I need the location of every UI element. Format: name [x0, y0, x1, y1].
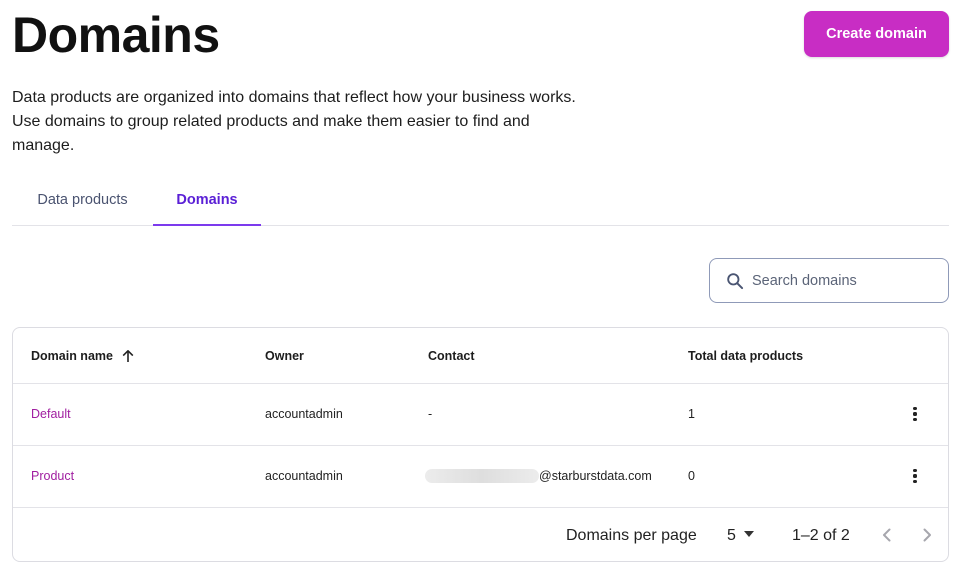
- search-icon: [727, 273, 744, 290]
- column-header-domain-name[interactable]: Domain name: [31, 328, 135, 384]
- rows-per-page-label: Domains per page: [566, 527, 697, 544]
- tab-domains[interactable]: Domains: [153, 180, 261, 226]
- chevron-right-icon[interactable]: [915, 523, 939, 547]
- caret-down-icon: [743, 531, 754, 538]
- table-row: Default accountadmin - 1: [13, 384, 948, 446]
- domains-table: Domain name Owner Contact Total data pro…: [12, 327, 949, 562]
- page-title: Domains: [12, 7, 220, 63]
- column-header-total-data-products: Total data products: [688, 349, 804, 363]
- tab-bar: Data products Domains: [12, 180, 949, 226]
- rows-per-page-value: 5: [727, 527, 736, 544]
- row-actions-menu-icon[interactable]: [903, 464, 927, 488]
- rows-per-page-select[interactable]: 5: [727, 508, 754, 561]
- chevron-left-icon[interactable]: [875, 523, 899, 547]
- tab-data-products[interactable]: Data products: [12, 180, 153, 226]
- table-header: Domain name Owner Contact Total data pro…: [13, 328, 948, 384]
- total-data-products-cell: 0: [688, 469, 695, 483]
- row-actions-menu-icon[interactable]: [903, 402, 927, 426]
- page-description: Data products are organized into domains…: [12, 89, 576, 154]
- table-row: Product accountadmin @starburstdata.com …: [13, 446, 948, 508]
- owner-cell: accountadmin: [265, 407, 343, 421]
- pagination-range: 1–2 of 2: [792, 527, 850, 544]
- search-box[interactable]: [709, 258, 949, 303]
- contact-cell: @starburstdata.com: [425, 446, 652, 507]
- arrow-up-icon: [122, 349, 134, 362]
- column-header-contact: Contact: [428, 349, 475, 363]
- domain-name-link[interactable]: Default: [31, 384, 71, 445]
- column-header-label: Domain name: [31, 349, 113, 363]
- redacted-email-blur: [425, 468, 539, 483]
- total-data-products-cell: 1: [688, 407, 695, 421]
- search-input[interactable]: [752, 259, 942, 302]
- create-domain-button[interactable]: Create domain: [804, 11, 949, 57]
- pagination-bar: Domains per page 5 1–2 of 2: [13, 508, 948, 561]
- owner-cell: accountadmin: [265, 469, 343, 483]
- contact-email-domain: @starburstdata.com: [539, 469, 652, 483]
- column-header-owner: Owner: [265, 349, 304, 363]
- contact-cell: -: [428, 407, 433, 421]
- domain-name-link[interactable]: Product: [31, 446, 74, 507]
